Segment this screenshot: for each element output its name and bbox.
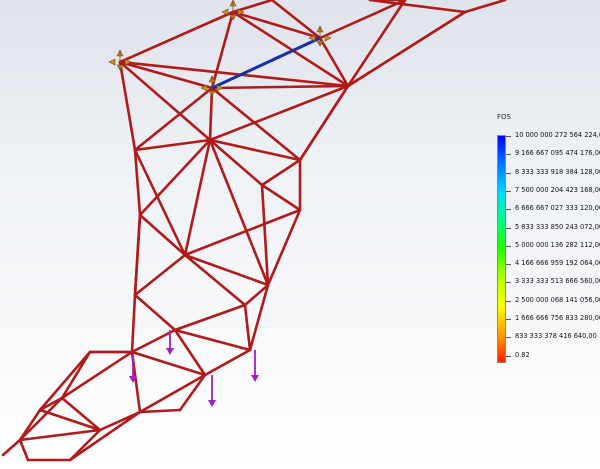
truss-member (118, 60, 137, 152)
legend-tick (506, 227, 511, 229)
truss-member (18, 438, 30, 462)
truss-member (118, 10, 235, 64)
legend-label: 9 166 667 095 474 176,00 (515, 149, 600, 158)
legend-tick (506, 337, 511, 339)
truss-member (173, 303, 247, 332)
load-arrow-head (251, 375, 259, 382)
truss-member (18, 428, 102, 442)
truss-member (1, 438, 22, 457)
legend-tick (506, 319, 511, 320)
truss-member (18, 396, 64, 442)
truss-member (183, 253, 247, 307)
legend-tick (506, 245, 511, 247)
truss-member (60, 350, 92, 400)
legend-tick (506, 209, 511, 211)
legend-tick (506, 154, 511, 156)
truss-member (208, 84, 350, 142)
truss-member (260, 158, 302, 187)
fixture-arrow (108, 58, 116, 66)
truss-member (118, 60, 350, 88)
legend-label: 1 666 666 756 833 280,00 (515, 314, 600, 322)
truss-member (183, 138, 212, 257)
truss-member (463, 0, 507, 14)
load-arrow-head (208, 400, 216, 407)
fos-legend: FOS 10 000 000 272 564 224,00 9 166 667 0… (497, 113, 600, 363)
legend-title: FOS (497, 113, 511, 121)
truss-member (68, 410, 142, 462)
truss-member (130, 293, 137, 354)
truss-member (133, 293, 177, 332)
legend-tick (506, 172, 511, 174)
legend-color-bar (497, 135, 506, 363)
truss-member (210, 84, 350, 90)
legend-label: 6 666 667 027 333 120,00 (515, 204, 600, 213)
truss-member (208, 138, 270, 287)
legend-tick (506, 355, 511, 357)
truss-member (60, 396, 102, 432)
truss-member (130, 350, 207, 377)
truss-member (203, 348, 252, 377)
legend-label: 8 333 333 918 384 128,00 (515, 167, 600, 176)
legend-label: 0.82 (515, 350, 530, 359)
legend-label: 3 333 333 513 666 560,00 (515, 277, 600, 286)
truss-member (38, 408, 102, 432)
truss-member (260, 183, 302, 212)
legend-label: 7 500 000 204 423 168,00 (515, 185, 600, 194)
truss-member (231, 10, 322, 40)
legend-label: 833 333 378 416 640,00 (515, 332, 597, 341)
legend-label: 2 500 000 068 141 056,00 (515, 295, 600, 304)
legend-tick (506, 136, 511, 137)
legend-label: 5 833 333 850 243 072,00 (515, 222, 600, 231)
load-arrows (129, 330, 259, 407)
legend-tick (506, 190, 511, 192)
truss-member (138, 138, 212, 217)
truss-member (138, 213, 187, 257)
truss-member (138, 408, 182, 414)
truss-member (133, 148, 187, 257)
fixture-arrow (221, 8, 229, 16)
truss-member (248, 283, 270, 352)
truss-member (133, 213, 142, 297)
truss-member (60, 350, 134, 400)
legend-label: 5 000 000 136 282 112,00 (515, 240, 600, 249)
load-arrow-icon[interactable] (208, 375, 216, 407)
truss-member (133, 253, 187, 297)
legend-label: 4 166 666 959 192 064,00 (515, 259, 600, 268)
legend-tick (506, 300, 511, 302)
legend-label: 10 000 000 272 564 224,00 (515, 131, 600, 139)
load-arrow-icon[interactable] (251, 350, 259, 382)
truss-member (346, 10, 467, 88)
truss-member (318, 36, 350, 88)
fixture-arrow (324, 34, 332, 42)
truss-member (243, 303, 252, 352)
truss-member (210, 10, 235, 90)
load-arrow-head (166, 348, 174, 355)
truss-member (270, 0, 322, 40)
truss-member (138, 373, 207, 414)
truss-member (178, 373, 207, 412)
legend-tick (506, 282, 511, 284)
truss-member (183, 253, 270, 287)
truss-member (298, 84, 350, 162)
legend-tick (506, 264, 511, 266)
